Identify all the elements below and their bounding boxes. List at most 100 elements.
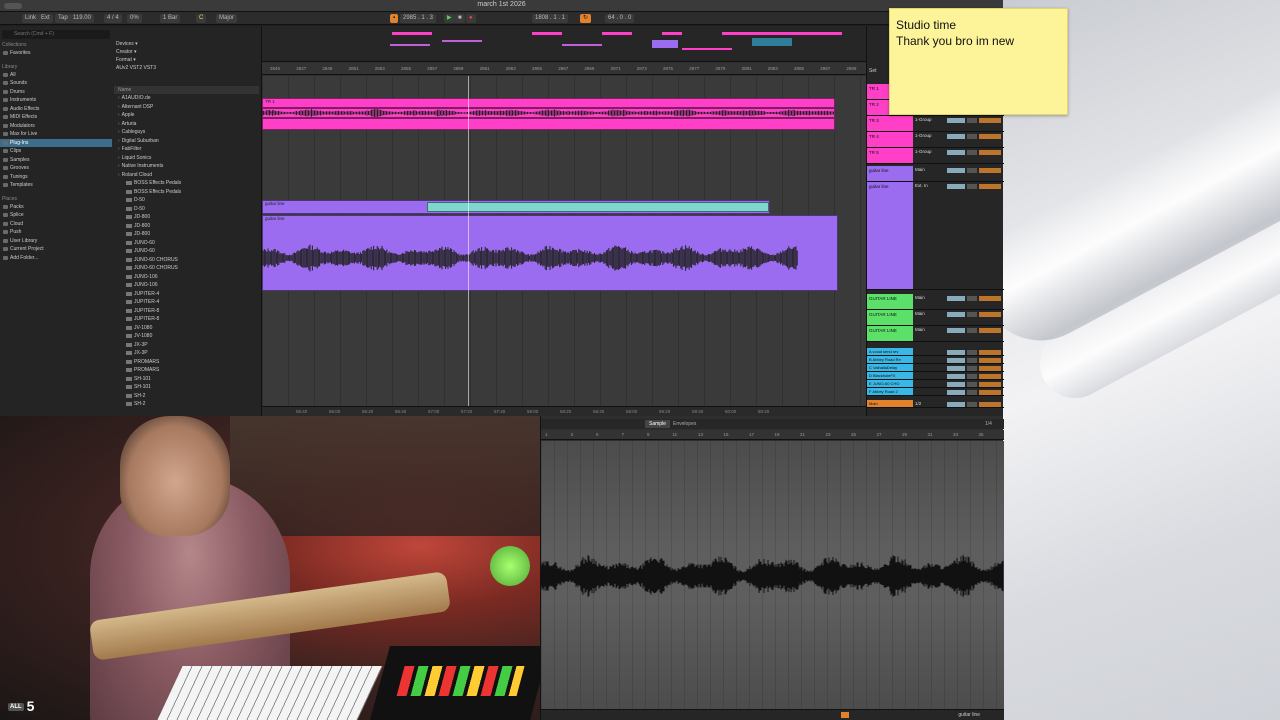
plugin-item[interactable]: PROMARS (114, 358, 259, 367)
plugin-item[interactable]: JD-800 (114, 213, 259, 222)
place-item[interactable]: Current Project (0, 245, 112, 254)
stop-button[interactable]: ■ (455, 14, 465, 23)
time-signature-field[interactable]: 4 / 4 (104, 14, 122, 23)
mixer-track[interactable]: B Abbey Road Re (867, 356, 1004, 364)
track-btns[interactable] (979, 184, 1001, 189)
track-btns[interactable] (979, 358, 1001, 363)
loop-start[interactable]: 1808 . 1 . 1 (532, 14, 569, 23)
playhead[interactable] (468, 76, 469, 406)
vendor-folder[interactable]: Alternant DSP (114, 103, 259, 112)
track-vol[interactable] (947, 296, 965, 301)
track-pan[interactable] (967, 150, 977, 155)
track-pan[interactable] (967, 134, 977, 139)
track-routing[interactable]: Main (915, 295, 943, 301)
track-title[interactable]: TR 4 (867, 132, 913, 147)
loop-length[interactable]: 64 . 0 . 0 (605, 14, 635, 23)
filter-format[interactable]: Format ▾ (114, 56, 259, 64)
sidebar-item-samples[interactable]: Samples (0, 156, 112, 165)
track-btns[interactable] (979, 134, 1001, 139)
mixer-track[interactable]: D BlackholeFX (867, 372, 1004, 380)
track-btns[interactable] (979, 150, 1001, 155)
sidebar-item-audio-effects[interactable]: Audio Effects (0, 105, 112, 114)
plugin-item[interactable]: JX-3P (114, 341, 259, 350)
track-pan[interactable] (967, 402, 977, 407)
sidebar-item-plug-ins[interactable]: Plug-Ins (0, 138, 112, 147)
track-title[interactable]: A vocal send rev (867, 348, 913, 355)
track-routing[interactable]: 1-Group (915, 117, 943, 123)
mixer-track[interactable]: GUITAR LINE Main (867, 310, 1004, 326)
track-routing[interactable]: Main (915, 327, 943, 333)
arrangement-position[interactable]: 2985 . 1 . 3 (400, 14, 437, 23)
track-routing[interactable]: 1-Group (915, 133, 943, 139)
sidebar-item-midi-effects[interactable]: MIDI Effects (0, 113, 112, 122)
sidebar-item-clips[interactable]: Clips (0, 147, 112, 156)
track-vol[interactable] (947, 150, 965, 155)
track-vol[interactable] (947, 390, 965, 395)
vendor-folder[interactable]: Liquid Sonics (114, 154, 259, 163)
mixer-track[interactable]: A vocal send rev (867, 348, 1004, 356)
track-btns[interactable] (979, 382, 1001, 387)
plugin-item[interactable]: JUPITER-4 (114, 290, 259, 299)
vendor-folder[interactable]: Native Instruments (114, 162, 259, 171)
track-routing[interactable]: Main (915, 311, 943, 317)
track-vol[interactable] (947, 382, 965, 387)
track-pan[interactable] (967, 168, 977, 173)
place-item[interactable]: Packs (0, 203, 112, 212)
mixer-track[interactable]: E JUNO-60 CHO (867, 380, 1004, 388)
time-ruler[interactable]: 55:40 56:00 56:20 56:40 57:00 57:20 57:40 58:00… (262, 406, 866, 416)
track-btns[interactable] (979, 296, 1001, 301)
track-title[interactable]: TR 5 (867, 148, 913, 163)
plugin-item[interactable]: SH-101 (114, 383, 259, 392)
beat-ruler[interactable]: 2845 2847 2849 2851 2853 2855 2857 2859 2861 2863… (262, 63, 866, 75)
mixer-track[interactable]: guitar line Ext. In (867, 182, 1004, 290)
sidebar-item-templates[interactable]: Templates (0, 181, 112, 190)
track-title[interactable]: B Abbey Road Re (867, 356, 913, 363)
place-item[interactable]: Push (0, 228, 112, 237)
vendor-folder[interactable]: A1AUDIO.de (114, 94, 259, 103)
track-pan[interactable] (967, 350, 977, 355)
loop-button[interactable]: ↻ (580, 14, 592, 23)
track-btns[interactable] (979, 374, 1001, 379)
sidebar-item-favorites[interactable]: Favorites (0, 49, 112, 58)
plugin-item[interactable]: JUNO-60 (114, 247, 259, 256)
mixer-track[interactable]: TR 5 1-Group (867, 148, 1004, 164)
format-tags[interactable]: AUv2 VST2 VST3 (114, 64, 259, 72)
link-button[interactable]: Link (22, 14, 40, 23)
sidebar-item-grooves[interactable]: Grooves (0, 164, 112, 173)
plugin-item[interactable]: SH-2 (114, 400, 259, 409)
ext-button[interactable]: Ext (38, 14, 53, 23)
sticky-note[interactable]: Studio time Thank you bro im new (889, 8, 1068, 115)
clip-color-swatch[interactable] (841, 712, 849, 718)
tempo-field[interactable]: 119.00 (70, 14, 94, 23)
track-vol[interactable] (947, 374, 965, 379)
tab-sample[interactable]: Sample (645, 420, 670, 428)
track-vol[interactable] (947, 358, 965, 363)
track-btns[interactable] (979, 312, 1001, 317)
vendor-folder[interactable]: FabFilter (114, 145, 259, 154)
track-pan[interactable] (967, 296, 977, 301)
name-column-header[interactable]: Name (114, 86, 259, 94)
track-vol[interactable] (947, 184, 965, 189)
mixer-track[interactable]: GUITAR LINE Main (867, 294, 1004, 310)
mixer-track[interactable]: TR 4 1-Group (867, 132, 1004, 148)
plugin-item[interactable]: D-50 (114, 205, 259, 214)
track-title[interactable]: F Abbey Road 2 (867, 388, 913, 395)
metro-pct[interactable]: 0% (127, 14, 142, 23)
track-title[interactable]: GUITAR LINE (867, 310, 913, 325)
mixer-track[interactable]: TR 3 1-Group (867, 116, 1004, 132)
arrangement-view[interactable]: 2845 2847 2849 2851 2853 2855 2857 2859 2861 2863… (262, 26, 866, 416)
plugin-item[interactable]: BOSS Effects Pedals (114, 179, 259, 188)
track-pan[interactable] (967, 184, 977, 189)
arrangement-overview[interactable] (262, 26, 866, 62)
track-pan[interactable] (967, 374, 977, 379)
mixer-track[interactable]: F Abbey Road 2 (867, 388, 1004, 396)
track-vol[interactable] (947, 134, 965, 139)
plugin-item[interactable]: D-50 (114, 196, 259, 205)
mixer-track[interactable]: Main 1/2 (867, 400, 1004, 408)
detail-ruler[interactable]: 1 3 5 7 9 11 13 15 17 19 21 23 25 27 29 31 33 35 (541, 430, 1004, 440)
place-item[interactable]: Splice (0, 211, 112, 220)
mixer-track[interactable]: GUITAR LINE Main (867, 326, 1004, 342)
track-lanes[interactable]: TR 1 TR 2 guitar line guitar line (262, 76, 866, 406)
filter-devices[interactable]: Devices ▾ (114, 40, 259, 48)
track-title[interactable]: guitar line (867, 182, 913, 289)
